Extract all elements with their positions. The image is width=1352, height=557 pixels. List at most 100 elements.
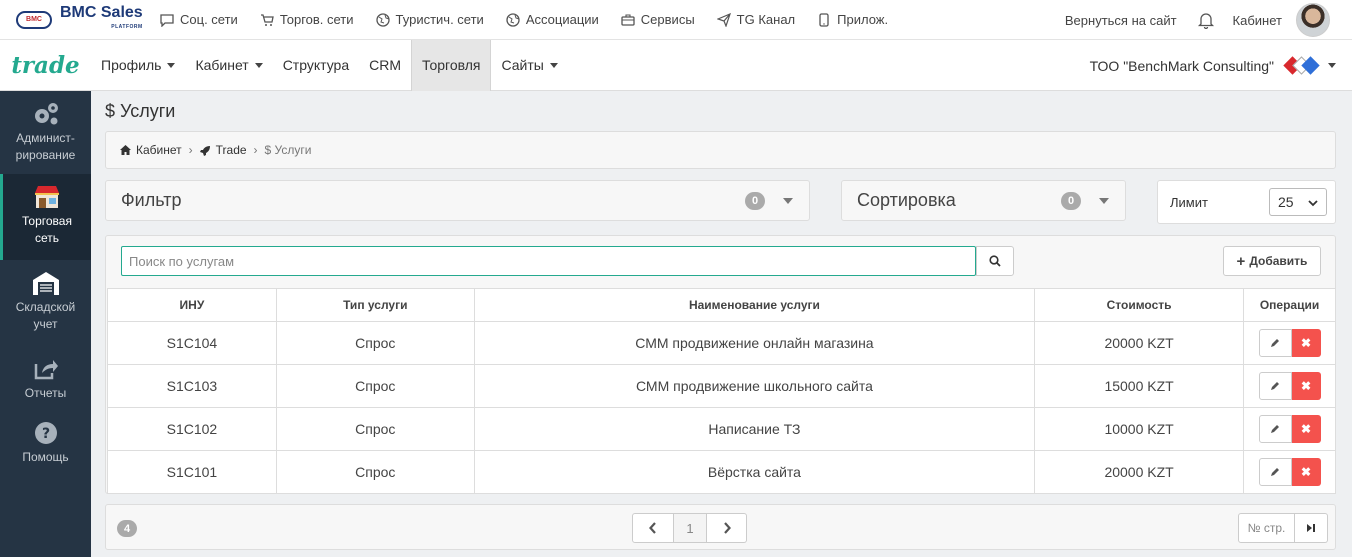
company-logo-icon [1283,55,1320,76]
chevron-right-icon [723,522,731,534]
bmc-logo[interactable]: BMC BMC Sales PLATFORM [0,3,160,34]
sort-count-badge: 0 [1061,191,1081,210]
cell-name: СММ продвижение школьного сайта [473,364,1036,408]
column-header-operations: Операции [1243,288,1336,322]
filter-title: Фильтр [121,190,182,210]
breadcrumb: Кабинет › Trade › $ Услуги [105,131,1336,169]
column-header-inu[interactable]: ИНУ [107,288,277,322]
company-name: ТОО "BenchMark Consulting" [1089,57,1274,74]
page-number[interactable]: 1 [674,513,707,543]
trade-brand[interactable]: trade [0,40,91,91]
topnav-tg-channel[interactable]: TG Канал [716,12,795,27]
add-button[interactable]: + Добавить [1223,246,1321,276]
next-page-button[interactable] [707,513,747,543]
table-row: S1C103 Спрос СММ продвижение школьного с… [107,364,1336,408]
table-row: S1C101 Спрос Вёрстка сайта 20000 KZT ✖ [107,450,1336,494]
chat-icon [160,13,174,27]
gears-icon [0,101,91,127]
nav-sites[interactable]: Сайты [491,40,567,91]
globe-icon [375,12,390,27]
chevron-down-icon [549,62,558,68]
edit-button[interactable] [1258,329,1292,357]
sidebar-item-admin[interactable]: Админист- рирование [0,91,91,174]
step-forward-icon [1306,523,1316,533]
column-header-price[interactable]: Стоимость [1034,288,1245,322]
topnav-services[interactable]: Сервисы [621,12,695,27]
services-table: ИНУ Тип услуги Наименование услуги Стоим… [107,288,1336,494]
breadcrumb-services: $ Услуги [264,143,312,157]
breadcrumb-cabinet[interactable]: Кабинет [136,143,182,157]
sidebar-item-label: Складской учет [15,300,76,331]
sort-panel[interactable]: Сортировка 0 [841,180,1126,221]
sidebar-item-help[interactable]: ? Помощь [0,410,91,474]
column-header-name[interactable]: Наименование услуги [473,288,1036,322]
briefcase-icon [621,13,635,27]
nav-cabinet[interactable]: Кабинет [185,40,272,91]
cell-type: Спрос [275,321,475,365]
sidebar-item-trade-network[interactable]: Торговая сеть [0,174,91,260]
topnav-tourism[interactable]: Туристич. сети [375,12,484,27]
prev-page-button[interactable] [632,513,674,543]
nav-crm[interactable]: CRM [359,40,411,91]
edit-button[interactable] [1258,458,1292,486]
cell-price: 10000 KZT [1034,407,1245,451]
chevron-down-icon [1308,194,1318,210]
sidebar-item-label: Админист- рирование [15,131,76,162]
delete-button[interactable]: ✖ [1291,458,1321,486]
logo-mark: BMC [16,10,52,29]
avatar[interactable] [1296,3,1330,37]
cell-operations: ✖ [1243,364,1336,408]
close-icon: ✖ [1300,422,1312,436]
topnav-apps[interactable]: Прилож. [817,12,888,27]
search-button[interactable] [976,246,1014,276]
cell-name: СММ продвижение онлайн магазина [473,321,1036,365]
topnav-retail[interactable]: Торгов. сети [260,12,354,27]
share-icon [0,356,91,382]
limit-label: Лимит [1170,194,1208,210]
send-icon [716,12,731,27]
search-input[interactable]: Поиск по услугам [121,246,976,276]
logo-subtitle: PLATFORM [111,23,143,30]
bell-icon[interactable] [1197,11,1215,30]
table-header-row: ИНУ Тип услуги Наименование услуги Стоим… [107,288,1336,322]
chevron-right-icon: › [253,143,258,157]
goto-page-button[interactable] [1295,513,1328,543]
topnav-social[interactable]: Соц. сети [160,12,238,27]
total-count-badge: 4 [117,520,137,537]
main-nav: Профиль Кабинет Структура CRM Торговля С… [91,39,568,91]
filter-panel[interactable]: Фильтр 0 [105,180,810,221]
limit-select[interactable]: 25 [1269,188,1327,216]
company-selector[interactable]: ТОО "BenchMark Consulting" [1090,40,1336,91]
mobile-icon [817,12,831,27]
cell-price: 20000 KZT [1034,450,1245,494]
topnav-associations[interactable]: Ассоциации [506,12,599,27]
close-icon: ✖ [1300,379,1312,393]
nav-structure[interactable]: Структура [273,40,359,91]
nav-profile[interactable]: Профиль [91,40,185,91]
edit-button[interactable] [1258,372,1292,400]
cell-type: Спрос [275,407,475,451]
cell-inu: S1C104 [107,321,277,365]
goto-page-input[interactable]: № стр. [1238,513,1295,543]
top-bar: BMC BMC Sales PLATFORM Соц. сети Торгов.… [0,0,1352,40]
delete-button[interactable]: ✖ [1291,372,1321,400]
table-row: S1C102 Спрос Написание ТЗ 10000 KZT ✖ [107,407,1336,451]
chevron-down-icon [254,62,263,68]
limit-panel: Лимит 25 [1157,180,1336,224]
nav-trade[interactable]: Торговля [411,39,492,91]
services-card: Поиск по услугам + Добавить ИНУ Тип услу… [105,235,1336,494]
cell-operations: ✖ [1243,450,1336,494]
edit-button[interactable] [1258,415,1292,443]
logo-text: BMC Sales [60,3,143,21]
column-header-type[interactable]: Тип услуги [275,288,475,322]
breadcrumb-trade[interactable]: Trade [216,143,247,157]
back-to-site-link[interactable]: Вернуться на сайт [1065,13,1177,28]
cell-operations: ✖ [1243,321,1336,365]
cabinet-link[interactable]: Кабинет [1233,13,1282,28]
sidebar-item-reports[interactable]: Отчеты [0,346,91,410]
delete-button[interactable]: ✖ [1291,415,1321,443]
delete-button[interactable]: ✖ [1291,329,1321,357]
cell-price: 15000 KZT [1034,364,1245,408]
sidebar-item-warehouse[interactable]: Складской учет [0,260,91,346]
cell-inu: S1C101 [107,450,277,494]
